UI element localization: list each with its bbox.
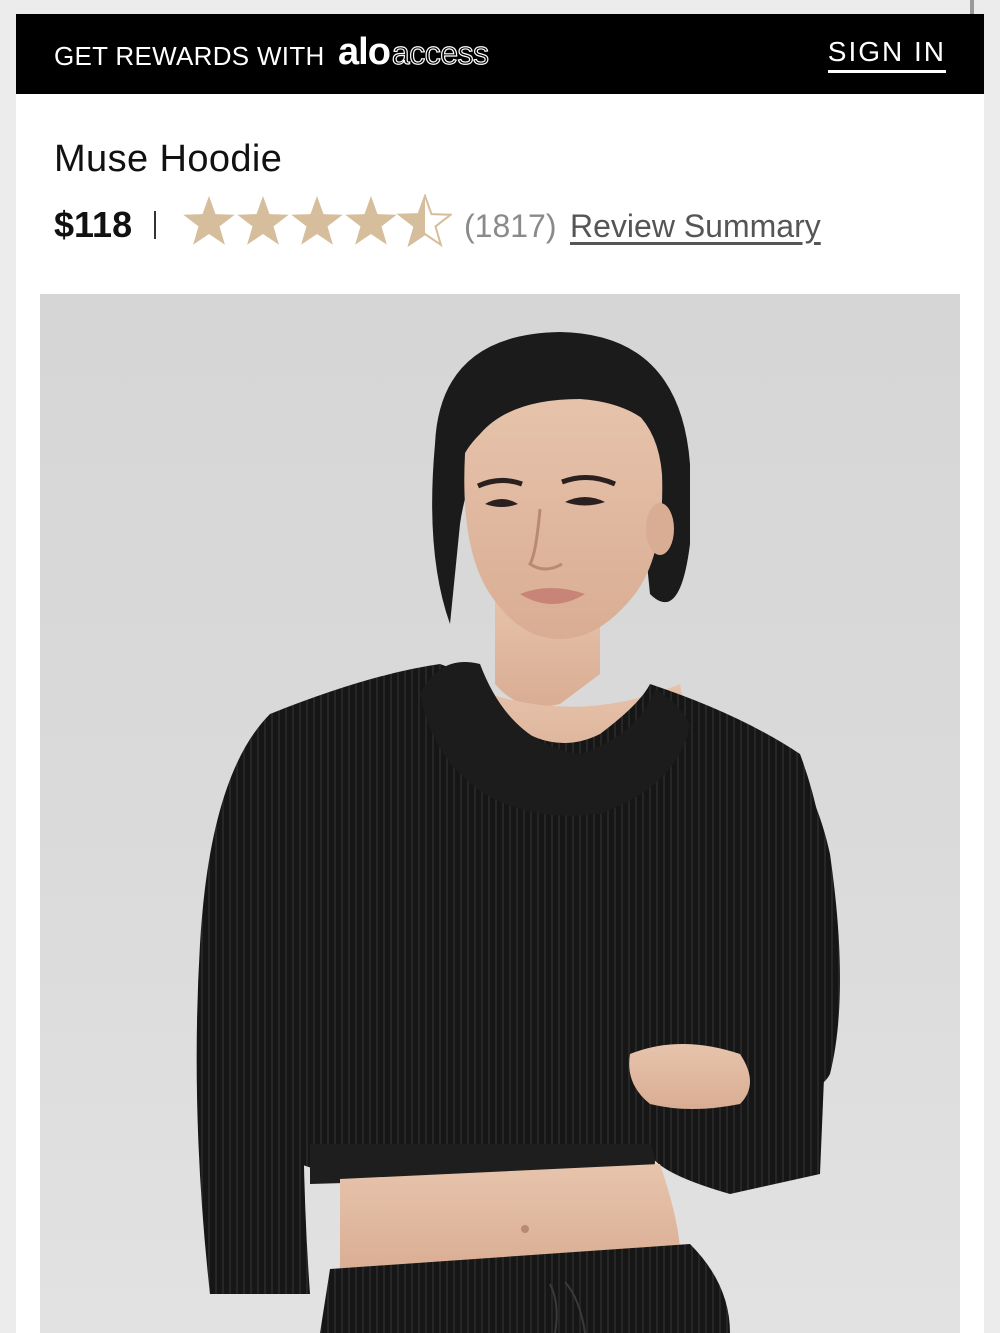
star-icon (237, 196, 289, 245)
star-icon (183, 196, 235, 245)
product-title: Muse Hoodie (54, 138, 283, 180)
logo-access-text: access (391, 34, 489, 71)
price-divider (154, 211, 156, 239)
rewards-banner: GET REWARDS WITH aloaccess SIGN IN (16, 14, 984, 94)
star-rating[interactable] (182, 194, 452, 250)
star-icon (396, 194, 452, 248)
product-image[interactable] (40, 294, 960, 1333)
sign-in-link[interactable]: SIGN IN (827, 36, 946, 73)
alo-access-logo: aloaccess (338, 31, 490, 74)
logo-alo-text: alo (338, 31, 391, 73)
scroll-indicator (970, 0, 974, 14)
model-photo-illustration (196, 332, 840, 1333)
top-strip (0, 0, 1000, 14)
rewards-banner-text: GET REWARDS WITH (54, 41, 325, 71)
star-icon (345, 196, 397, 245)
review-summary-link[interactable]: Review Summary (570, 208, 821, 245)
review-count: (1817) (464, 208, 557, 244)
product-card: GET REWARDS WITH aloaccess SIGN IN Muse … (16, 14, 984, 1333)
star-icon (291, 196, 343, 245)
product-price: $118 (54, 204, 133, 245)
